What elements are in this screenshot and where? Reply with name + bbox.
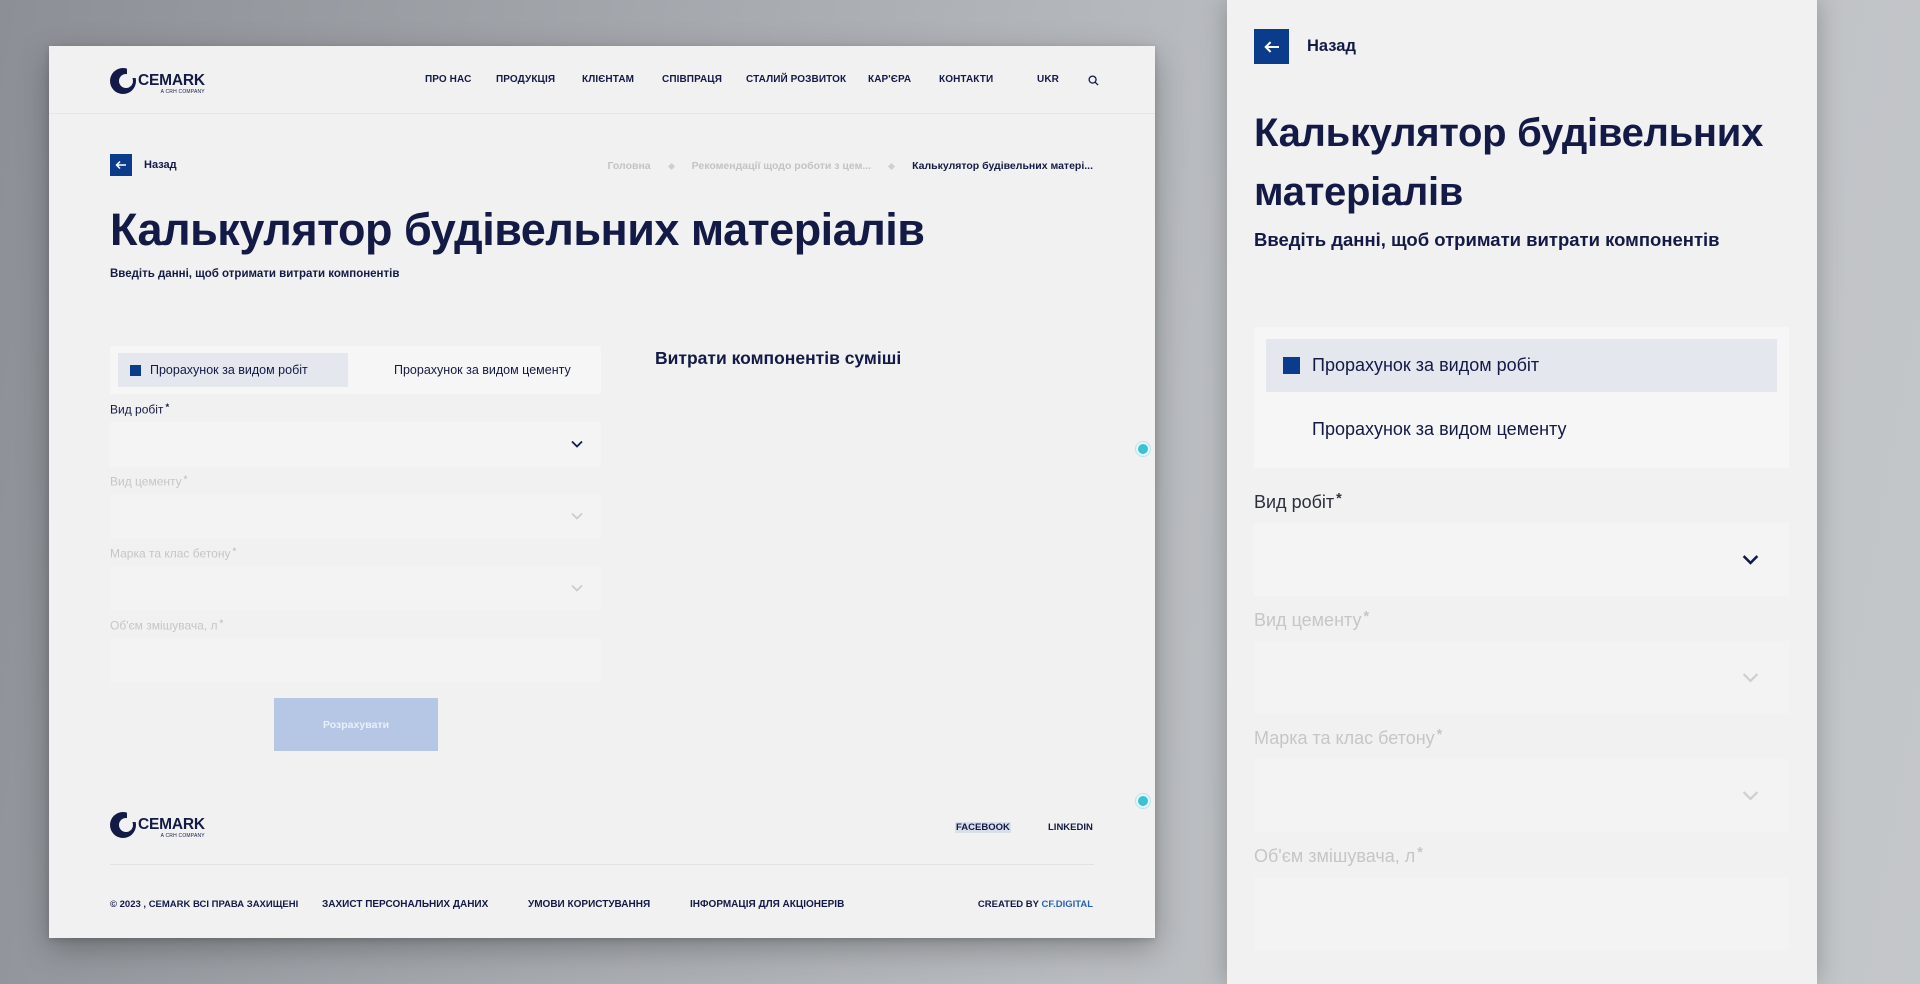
concrete-grade-select[interactable] [110, 566, 601, 611]
chevron-down-icon [1742, 791, 1759, 801]
back-link[interactable]: Назад [110, 154, 177, 176]
calculate-button[interactable]: Розрахувати [274, 698, 438, 751]
page-subtitle: Введіть данні, щоб отримати витрати комп… [1254, 229, 1720, 250]
language-switch[interactable]: UKR [1037, 74, 1059, 85]
back-label: Назад [1307, 37, 1356, 55]
footer-logo[interactable]: CEMARK A CRH COMPANY [110, 812, 205, 840]
page-title: Калькулятор будівельних матеріалів [110, 204, 925, 255]
concrete-grade-select[interactable] [1254, 759, 1789, 832]
copyright-text: © 2023 , CEMARK ВСІ ПРАВА ЗАХИЩЕНІ [110, 899, 299, 910]
logo-mark-icon [110, 812, 136, 838]
tab-by-work-type[interactable]: Прорахунок за видом робіт [1266, 339, 1777, 392]
footer-link-shareholders[interactable]: ІНФОРМАЦІЯ ДЛЯ АКЦІОНЕРІВ [690, 899, 844, 910]
breadcrumb-separator [667, 162, 675, 170]
logo-tagline: A CRH COMPANY [160, 833, 205, 839]
facebook-link[interactable]: FACEBOOK [955, 822, 1011, 833]
mixer-volume-input[interactable] [1254, 877, 1789, 950]
active-tab-indicator [1283, 357, 1300, 374]
page-subtitle: Введіть данні, щоб отримати витрати комп… [110, 268, 400, 280]
chevron-down-icon [571, 584, 583, 592]
tab-by-cement-type[interactable]: Прорахунок за видом цементу [394, 353, 571, 387]
footer-link-privacy[interactable]: ЗАХИСТ ПЕРСОНАЛЬНИХ ДАНИХ [322, 899, 488, 910]
breadcrumb-separator [888, 162, 896, 170]
nav-item-contacts[interactable]: КОНТАКТИ [939, 74, 993, 85]
cement-type-select[interactable] [110, 494, 601, 539]
cement-type-label: Вид цементу * [1254, 609, 1370, 631]
tab-by-cement-type[interactable]: Прорахунок за видом цементу [1312, 403, 1566, 456]
back-button[interactable] [110, 154, 132, 176]
work-type-label: Вид робіт * [110, 402, 170, 417]
breadcrumb-current: Калькулятор будівельних матері... [912, 160, 1093, 172]
breadcrumb-home[interactable]: Головна [607, 160, 650, 172]
back-label: Назад [144, 159, 177, 171]
breadcrumb-recommendations[interactable]: Рекомендації щодо роботи з цем... [692, 160, 871, 172]
calc-mode-tabs: Прорахунок за видом робіт Прорахунок за … [1254, 327, 1789, 468]
mixer-volume-label: Об'єм змішувача, л * [110, 618, 224, 633]
desktop-mockup: CEMARK A CRH COMPANY ПРО НАС ПРОДУКЦІЯ К… [49, 46, 1155, 938]
cemark-logo[interactable]: CEMARK A CRH COMPANY [110, 68, 205, 96]
nav-item-career[interactable]: КАР'ЄРА [868, 74, 911, 85]
arrow-left-icon [115, 160, 126, 170]
chevron-down-icon [571, 440, 583, 448]
chevron-down-icon [1742, 555, 1759, 565]
logo-wordmark: CEMARK [138, 72, 205, 89]
scroll-marker-icon [1136, 794, 1150, 808]
concrete-grade-label: Марка та клас бетону * [110, 546, 237, 561]
chevron-down-icon [1742, 673, 1759, 683]
agency-link[interactable]: CF.DIGITAL [1041, 899, 1093, 910]
tab-label: Прорахунок за видом цементу [394, 363, 571, 377]
linkedin-link[interactable]: LINKEDIN [1048, 822, 1093, 833]
created-by-label: CREATED BY [977, 899, 1039, 910]
nav-item-cooperation[interactable]: СПІВПРАЦЯ [662, 74, 722, 85]
back-link[interactable]: Назад [1254, 29, 1356, 64]
tab-label: Прорахунок за видом робіт [1312, 355, 1540, 375]
cement-type-select[interactable] [1254, 641, 1789, 714]
chevron-down-icon [571, 512, 583, 520]
nav-item-about[interactable]: ПРО НАС [425, 74, 471, 85]
concrete-grade-label: Марка та клас бетону * [1254, 727, 1443, 749]
site-header: CEMARK A CRH COMPANY ПРО НАС ПРОДУКЦІЯ К… [49, 46, 1155, 114]
scroll-marker-icon [1136, 442, 1150, 456]
work-type-label: Вид робіт * [1254, 491, 1342, 513]
back-button[interactable] [1254, 29, 1289, 64]
footer-link-terms[interactable]: УМОВИ КОРИСТУВАННЯ [528, 899, 650, 910]
tab-label: Прорахунок за видом робіт [150, 363, 308, 377]
calc-mode-tabs: Прорахунок за видом робіт Прорахунок за … [110, 346, 601, 394]
created-by: CREATED BY CF.DIGITAL [978, 899, 1093, 910]
mixer-volume-label: Об'єм змішувача, л * [1254, 845, 1423, 867]
logo-tagline: A CRH COMPANY [160, 89, 205, 95]
cement-type-label: Вид цементу * [110, 474, 188, 489]
work-type-select[interactable] [1254, 523, 1789, 596]
results-title: Витрати компонентів суміші [655, 348, 902, 368]
search-icon[interactable] [1088, 75, 1099, 86]
active-tab-indicator [130, 364, 141, 376]
nav-item-clients[interactable]: КЛІЄНТАМ [582, 74, 634, 85]
work-type-select[interactable] [110, 422, 601, 467]
page-title: Калькулятор будівельних матеріалів [1254, 111, 1764, 214]
nav-item-products[interactable]: ПРОДУКЦІЯ [496, 74, 555, 85]
tab-label: Прорахунок за видом цементу [1312, 419, 1567, 439]
nav-item-sustainability[interactable]: СТАЛИЙ РОЗВИТОК [746, 74, 846, 85]
tab-by-work-type[interactable]: Прорахунок за видом робіт [118, 353, 348, 387]
logo-mark-icon [110, 68, 136, 94]
arrow-left-icon [1263, 40, 1279, 53]
mobile-mockup: Назад Калькулятор будівельних матеріалів… [1227, 0, 1817, 984]
mixer-volume-input[interactable] [110, 638, 601, 683]
footer-divider [110, 864, 1094, 865]
logo-wordmark: CEMARK [138, 816, 205, 833]
breadcrumb: Головна Рекомендації щодо роботи з цем..… [607, 160, 1093, 172]
